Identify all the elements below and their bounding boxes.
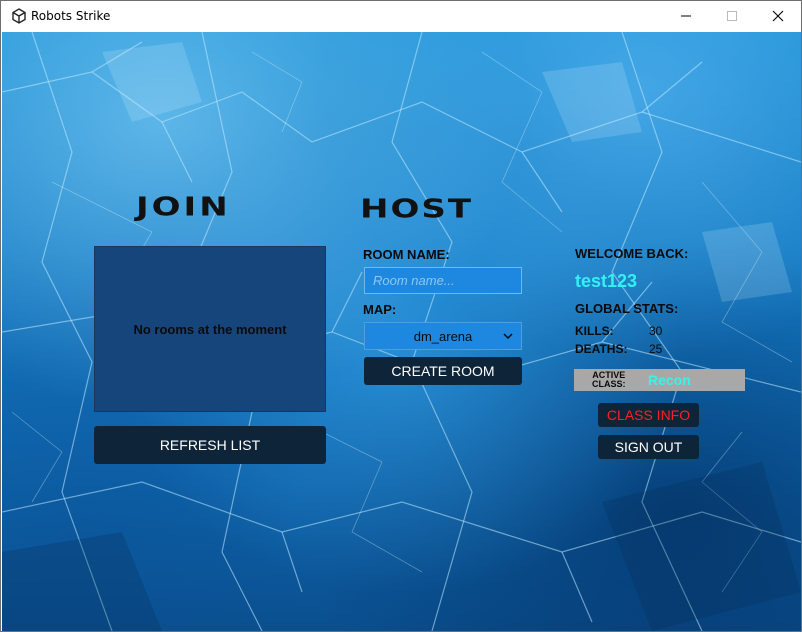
deaths-value: 25 bbox=[649, 342, 663, 356]
maximize-button[interactable] bbox=[709, 1, 755, 31]
unity-logo-icon bbox=[12, 8, 26, 24]
empty-rooms-message: No rooms at the moment bbox=[133, 321, 287, 337]
host-heading: HOST bbox=[360, 194, 474, 224]
kills-label: KILLS: bbox=[575, 324, 614, 338]
app-window: Robots Strike JOIN HOST No rooms at the … bbox=[0, 0, 802, 632]
room-name-input[interactable] bbox=[364, 267, 522, 294]
close-icon bbox=[772, 10, 784, 22]
kills-value: 30 bbox=[649, 324, 663, 338]
room-list-panel[interactable]: No rooms at the moment bbox=[94, 246, 326, 412]
map-dropdown[interactable]: dm_arena bbox=[364, 322, 522, 350]
window-title: Robots Strike bbox=[31, 9, 111, 23]
deaths-label: DEATHS: bbox=[575, 342, 628, 356]
close-button[interactable] bbox=[755, 1, 801, 31]
room-name-label: ROOM NAME: bbox=[363, 247, 450, 262]
welcome-label: WELCOME BACK: bbox=[575, 246, 689, 261]
active-class-label: ACTIVE CLASS: bbox=[592, 370, 626, 389]
maximize-icon bbox=[727, 11, 737, 21]
chevron-down-icon bbox=[503, 333, 513, 340]
username: test123 bbox=[575, 271, 638, 291]
title-bar[interactable]: Robots Strike bbox=[1, 1, 801, 31]
map-label: MAP: bbox=[363, 302, 397, 317]
refresh-list-button[interactable]: REFRESH LIST bbox=[94, 426, 326, 464]
sign-out-button[interactable]: SIGN OUT bbox=[598, 435, 699, 459]
global-stats-label: GLOBAL STATS: bbox=[575, 301, 679, 316]
game-viewport: JOIN HOST No rooms at the moment REFRESH… bbox=[2, 32, 801, 631]
map-selected-value: dm_arena bbox=[413, 328, 473, 344]
minimize-button[interactable] bbox=[663, 1, 709, 31]
active-class-panel: ACTIVE CLASS: Recon bbox=[574, 369, 745, 391]
minimize-icon bbox=[681, 15, 691, 17]
create-room-button[interactable]: CREATE ROOM bbox=[364, 357, 522, 385]
join-heading: JOIN bbox=[136, 192, 231, 222]
active-class-value: Recon bbox=[648, 372, 691, 388]
class-info-button[interactable]: CLASS INFO bbox=[598, 403, 699, 427]
